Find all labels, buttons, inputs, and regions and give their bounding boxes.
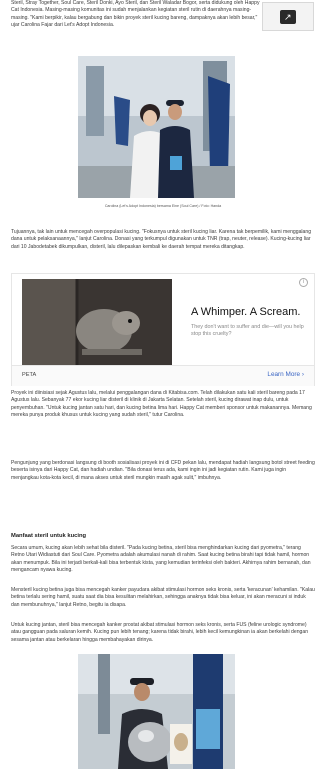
- ad-footer[interactable]: PETA Learn More ›: [12, 365, 314, 386]
- intro-paragraph-text: Steril, Stray Together, Soul Care, Steri…: [11, 0, 260, 29]
- paragraph-4: Pengunjung yang berdonasi langsung di bo…: [11, 460, 315, 482]
- arrow-icon: ↗: [284, 12, 292, 22]
- paragraph-6-text: Mensteril kucing betina juga bisa menceg…: [11, 587, 315, 608]
- ad-image[interactable]: [22, 279, 172, 365]
- ad-subtitle: They don't want to suffer and die—will y…: [191, 324, 304, 338]
- paragraph-3-text: Proyek ini diinisiasi sejak Agustus lalu…: [11, 390, 312, 419]
- ad-title[interactable]: A Whimper. A Scream.: [191, 306, 300, 318]
- floating-share-widget[interactable]: ↗: [262, 2, 314, 31]
- intro-paragraph: Steril, Stray Together, Soul Care, Steri…: [11, 0, 261, 30]
- paragraph-3: Proyek ini diinisiasi sejak Agustus lalu…: [11, 390, 315, 420]
- paragraph-7: Untuk kucing jantan, steril bisa mencega…: [11, 622, 315, 644]
- ad-animal-image: [22, 279, 172, 365]
- ad-info-icon[interactable]: i: [299, 278, 308, 287]
- paragraph-2-text: Tujuannya, tak lain untuk mencegah overp…: [11, 229, 312, 250]
- ad-brand: PETA: [22, 372, 37, 378]
- paragraph-6: Mensteril kucing betina juga bisa menceg…: [11, 587, 315, 609]
- photo-1-caption: Carolina (Let's Adopt Indonesia) bersama…: [104, 204, 222, 208]
- paragraph-7-text: Untuk kucing jantan, steril bisa mencega…: [11, 622, 309, 643]
- article-photo-1: [78, 56, 235, 198]
- photo-1-image: [78, 56, 235, 198]
- paragraph-5: Secara umum, kucing akan lebih sehat bil…: [11, 545, 315, 575]
- paragraph-5-text: Secara umum, kucing akan lebih sehat bil…: [11, 545, 311, 574]
- ad-learn-more-button[interactable]: Learn More ›: [267, 371, 304, 378]
- ad-learn-more-label: Learn More: [267, 371, 301, 378]
- article-photo-2: [78, 654, 235, 769]
- paragraph-2: Tujuannya, tak lain untuk mencegah overp…: [11, 229, 315, 251]
- section-heading: Manfaat steril untuk kucing: [11, 533, 87, 539]
- ad-unit[interactable]: i A Whimper. A Scream. They don't want t…: [11, 273, 315, 386]
- paragraph-4-text: Pengunjung yang berdonasi langsung di bo…: [11, 460, 315, 481]
- photo-2-image: [78, 654, 235, 769]
- chevron-right-icon: ›: [301, 371, 304, 378]
